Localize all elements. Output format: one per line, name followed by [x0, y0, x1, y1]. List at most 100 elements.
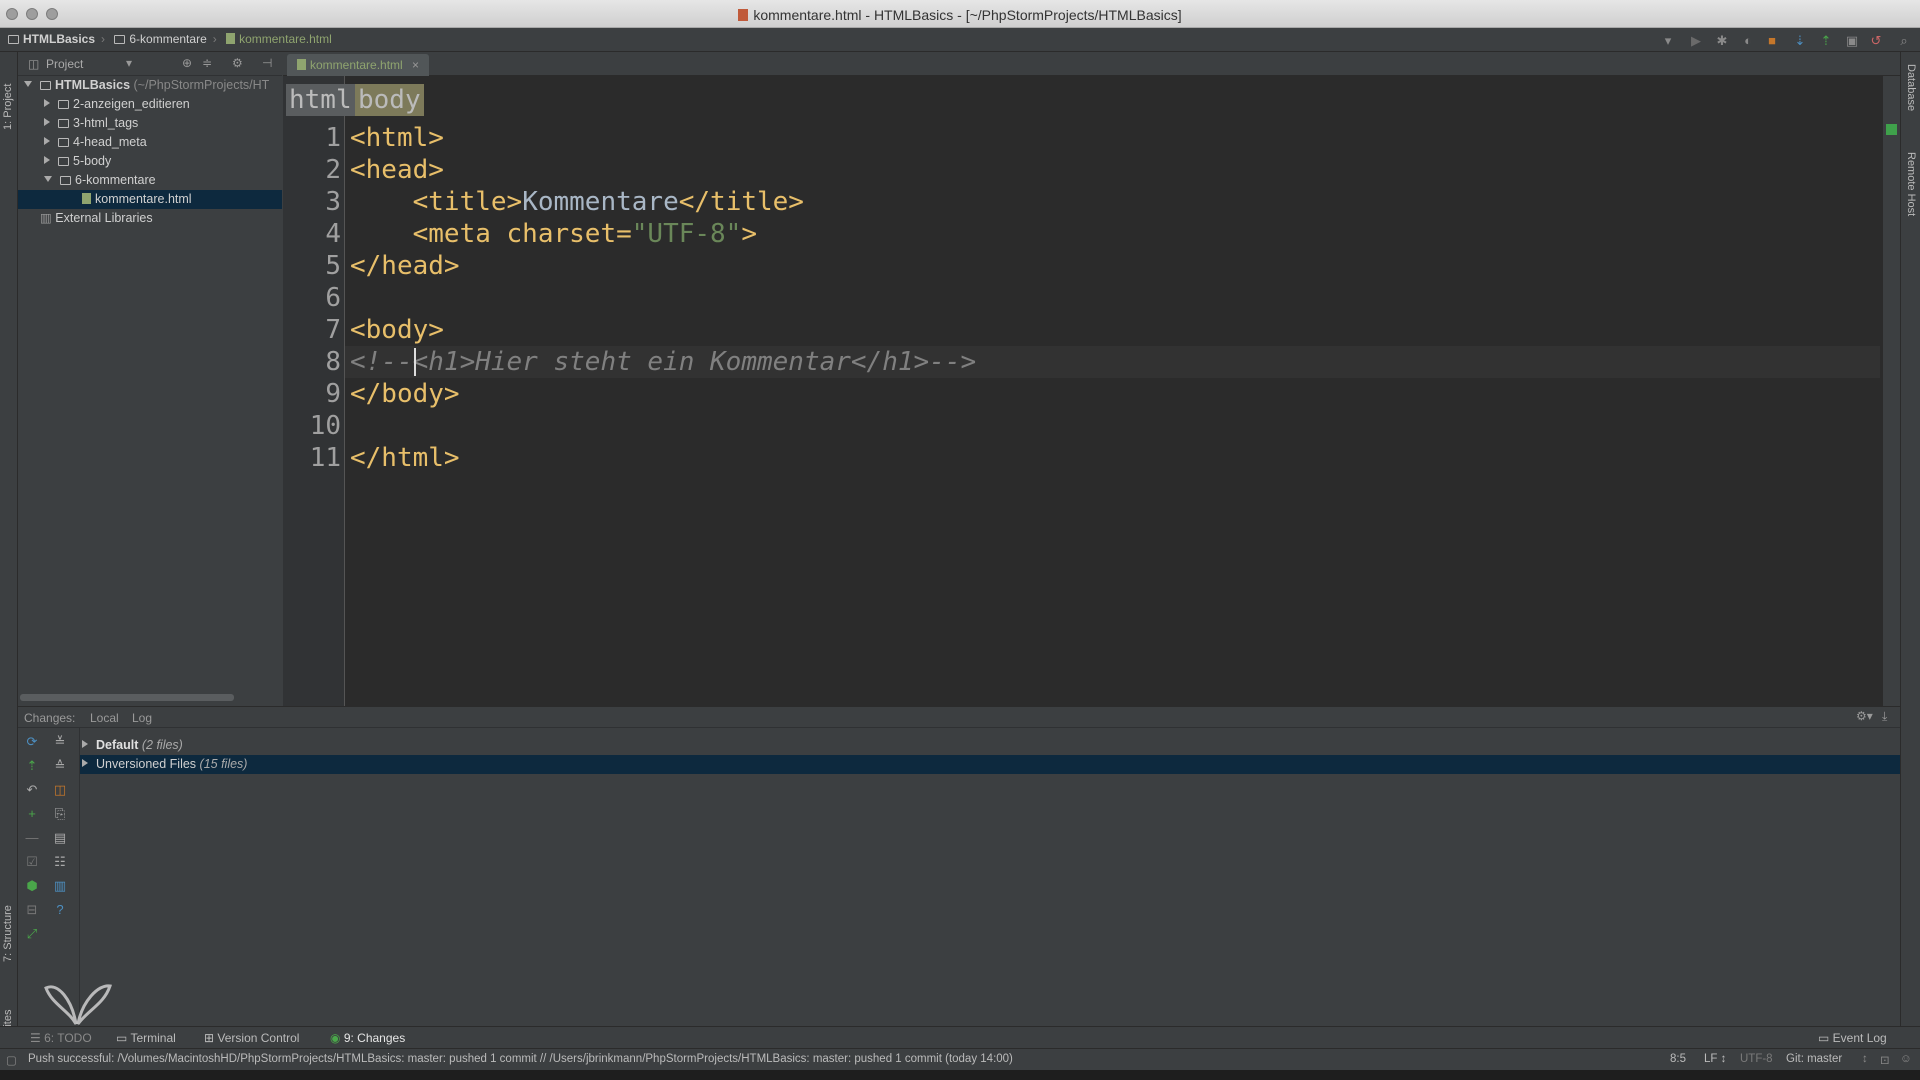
add-icon[interactable]: +: [24, 806, 40, 822]
hide-panel-icon[interactable]: ⤓: [1882, 709, 1887, 724]
folder-icon: [114, 35, 126, 44]
code-line-7: <body>: [350, 315, 444, 345]
coverage-icon[interactable]: ◐: [1740, 33, 1756, 49]
collapse-all-icon[interactable]: ≑: [202, 56, 212, 70]
code-line-4: <meta charset="UTF-8">: [350, 219, 757, 249]
expand-icon[interactable]: [44, 156, 50, 164]
vcs-commit-icon[interactable]: ⇡: [1818, 33, 1834, 49]
expand-icon[interactable]: [24, 81, 32, 87]
tab-log[interactable]: Log: [132, 711, 152, 725]
tool-window-tabs: ☰ 6: TODO ▭ Terminal ⊞ Version Control ◉…: [0, 1026, 1920, 1048]
line-number: 11: [309, 443, 341, 473]
run-config-dropdown-icon[interactable]: ▾: [1660, 33, 1676, 49]
tab-kommentare-html[interactable]: kommentare.html ×: [287, 54, 430, 76]
caret-position[interactable]: 8:5: [1670, 1053, 1686, 1065]
lock-icon[interactable]: ⊟: [24, 902, 40, 918]
lock-icon[interactable]: ⊡: [1880, 1053, 1890, 1067]
expand-icon[interactable]: ⤢: [24, 926, 40, 942]
gear-icon[interactable]: ⚙▾: [1856, 709, 1873, 723]
changelist-row[interactable]: Default (2 files): [80, 736, 1900, 755]
tree-folder[interactable]: 3-html_tags: [18, 114, 282, 133]
status-message[interactable]: Push successful: /Volumes/MacintoshHD/Ph…: [28, 1053, 1013, 1065]
run-icon[interactable]: ▶: [1688, 33, 1704, 49]
copy-icon[interactable]: ⎘: [52, 806, 68, 822]
code-breadcrumb-html[interactable]: html: [286, 84, 355, 116]
tree-folder[interactable]: 2-anzeigen_editieren: [18, 95, 282, 114]
vcs-icon: ⊞: [204, 1031, 218, 1045]
refresh-icon[interactable]: ⟳: [24, 734, 40, 750]
tool-tab-structure[interactable]: 7: Structure: [2, 882, 14, 962]
expand-icon[interactable]: [82, 759, 88, 767]
tree-file-selected[interactable]: kommentare.html: [18, 190, 282, 209]
project-panel-header: ◫ Project ▾ ⊕ ≑ ⚙ ⊣: [18, 52, 282, 76]
changelist-icon[interactable]: ⬢: [24, 878, 40, 894]
tab-todo[interactable]: ☰ 6: TODO: [30, 1031, 92, 1045]
scroll-from-source-icon[interactable]: ⊕: [182, 56, 192, 70]
tool-tab-project[interactable]: 1: Project: [2, 60, 14, 130]
commit-icon[interactable]: ⇡: [24, 758, 40, 774]
butterfly-logo: [44, 984, 112, 1025]
expand-icon[interactable]: [44, 137, 50, 145]
tab-local[interactable]: Local: [90, 711, 119, 725]
search-icon[interactable]: ⌕: [1896, 33, 1912, 49]
tree-root[interactable]: HTMLBasics (~/PhpStormProjects/HT: [18, 76, 282, 95]
stop-icon[interactable]: ■: [1764, 33, 1780, 49]
code-editor[interactable]: [283, 76, 1883, 706]
close-tab-icon[interactable]: ×: [412, 58, 419, 72]
html-file-icon: [297, 59, 306, 70]
file-status-marker[interactable]: [1886, 124, 1897, 135]
expand-icon[interactable]: [44, 118, 50, 126]
tab-terminal[interactable]: ▭ Terminal: [116, 1031, 176, 1045]
tree-external-libraries[interactable]: ▥ External Libraries: [18, 209, 282, 228]
file-encoding[interactable]: UTF-8: [1740, 1053, 1773, 1065]
folder-icon: [58, 157, 69, 166]
tree-folder[interactable]: 5-body: [18, 152, 282, 171]
expand-all-icon[interactable]: ≚: [52, 734, 68, 750]
check-icon[interactable]: ☑: [24, 854, 40, 870]
revert-icon[interactable]: ↶: [24, 782, 40, 798]
remove-icon[interactable]: —: [24, 830, 40, 846]
tab-version-control[interactable]: ⊞ Version Control: [204, 1031, 299, 1045]
diff-icon[interactable]: ▥: [52, 878, 68, 894]
line-separator[interactable]: LF ↕: [1704, 1053, 1726, 1065]
crumb-project[interactable]: HTMLBasics: [23, 32, 95, 46]
collapse-all-icon[interactable]: ≙: [52, 758, 68, 774]
tab-event-log[interactable]: ▭ Event Log: [1818, 1031, 1887, 1045]
changelist-row-selected[interactable]: Unversioned Files (15 files): [80, 755, 1900, 774]
crumb-folder[interactable]: 6-kommentare: [129, 32, 206, 46]
line-number: 8: [325, 347, 341, 377]
project-view-selector[interactable]: Project: [46, 57, 83, 71]
tab-changes[interactable]: ◉ 9: Changes: [330, 1031, 405, 1045]
code-breadcrumb-body[interactable]: body: [355, 84, 424, 116]
git-branch[interactable]: Git: master: [1786, 1053, 1842, 1065]
tool-tab-remote-host[interactable]: Remote Host: [1905, 152, 1917, 242]
expand-icon[interactable]: [82, 740, 88, 748]
event-log-icon: ▭: [1818, 1031, 1833, 1045]
tree-folder[interactable]: 6-kommentare: [18, 171, 282, 190]
crumb-file[interactable]: kommentare.html: [239, 32, 332, 46]
vcs-revert-icon[interactable]: ↺: [1868, 33, 1884, 49]
tool-tab-database[interactable]: Database: [1905, 64, 1917, 134]
window-title: kommentare.html - HTMLBasics - [~/PhpSto…: [0, 7, 1920, 23]
vcs-compare-icon[interactable]: ▣: [1844, 33, 1860, 49]
horizontal-scrollbar[interactable]: [20, 694, 234, 701]
vcs-update-icon[interactable]: ⇣: [1792, 33, 1808, 49]
tree-folder[interactable]: 4-head_meta: [18, 133, 282, 152]
expand-icon[interactable]: [44, 99, 50, 107]
line-number: 2: [325, 155, 341, 185]
gear-icon[interactable]: ⚙: [232, 56, 243, 70]
group-icon[interactable]: ☷: [52, 854, 68, 870]
hide-panel-icon[interactable]: ⊣: [262, 56, 272, 70]
debug-icon[interactable]: ✱: [1714, 33, 1730, 49]
inspector-icon[interactable]: ☺: [1900, 1053, 1912, 1065]
line-number: 1: [325, 123, 341, 153]
project-tree: HTMLBasics (~/PhpStormProjects/HT 2-anze…: [18, 76, 282, 706]
line-number: 7: [325, 315, 341, 345]
preview-icon[interactable]: ▤: [52, 830, 68, 846]
toggle-tool-windows-icon[interactable]: ▢: [6, 1053, 17, 1067]
help-icon[interactable]: ?: [52, 902, 68, 918]
chevron-down-icon[interactable]: ▾: [126, 56, 132, 70]
shelf-icon[interactable]: ◫: [52, 782, 68, 798]
branch-chevron-icon[interactable]: ↕: [1862, 1053, 1868, 1065]
collapse-icon[interactable]: [44, 176, 52, 182]
